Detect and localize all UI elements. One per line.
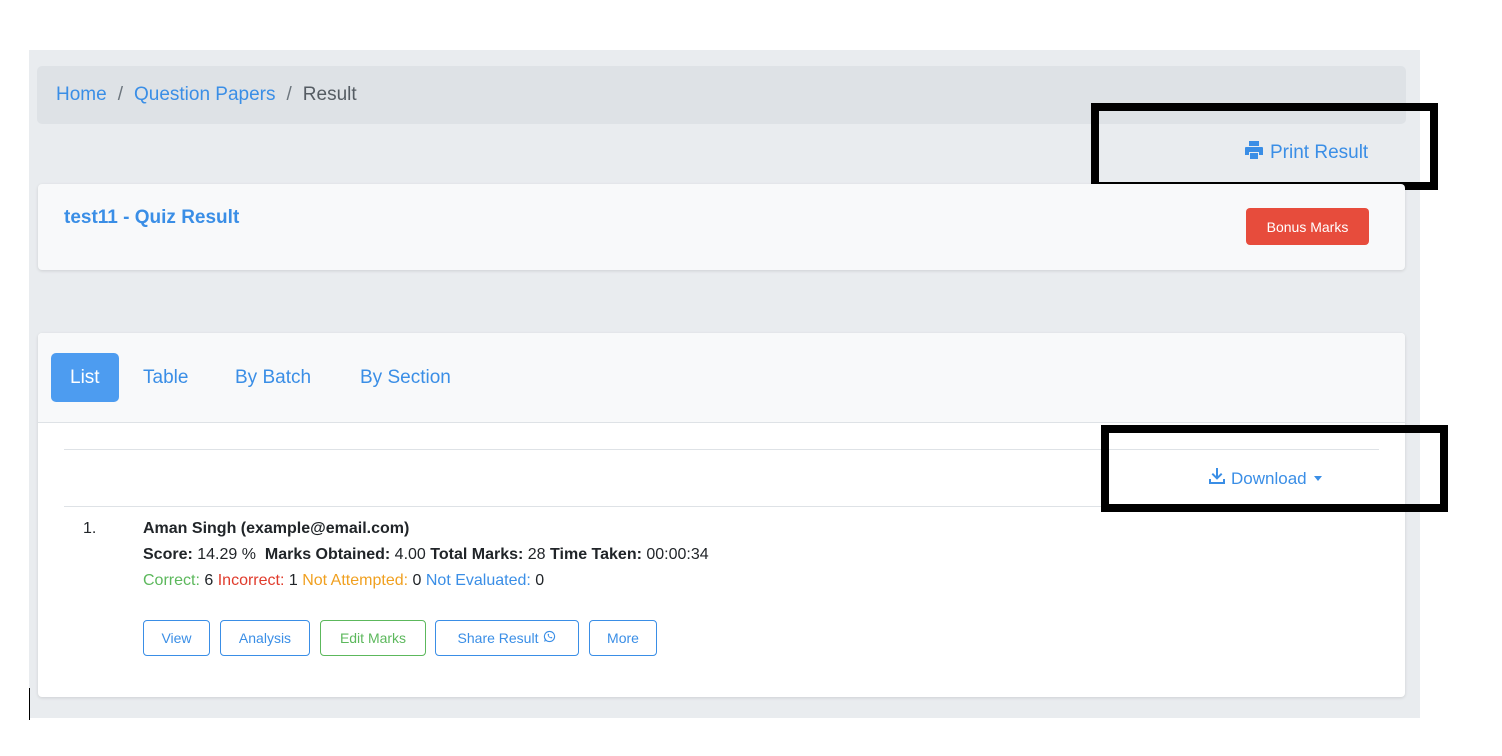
- not-evaluated-label: Not Evaluated:: [425, 572, 531, 589]
- download-icon: [1208, 467, 1226, 490]
- results-card: List Table By Batch By Section Download …: [38, 333, 1405, 697]
- edit-marks-button[interactable]: Edit Marks: [320, 620, 426, 656]
- download-dropdown[interactable]: Download: [1208, 467, 1322, 490]
- correct-label: Correct:: [143, 572, 200, 589]
- print-result-button[interactable]: Print Result: [1244, 140, 1368, 166]
- analysis-button[interactable]: Analysis: [220, 620, 310, 656]
- breadcrumb-home-link[interactable]: Home: [56, 84, 107, 106]
- whatsapp-icon: [543, 630, 556, 646]
- divider: [64, 449, 1379, 450]
- answer-stats: Correct: 6 Incorrect: 1 Not Attempted: 0…: [143, 572, 544, 590]
- total-marks-value: 28: [527, 546, 546, 563]
- quiz-header-card: test11 - Quiz Result Bonus Marks: [38, 184, 1405, 270]
- text-cursor: [29, 688, 30, 720]
- time-taken-value: 00:00:34: [646, 546, 709, 563]
- share-result-button[interactable]: Share Result: [435, 620, 579, 656]
- printer-icon: [1244, 140, 1264, 166]
- view-button[interactable]: View: [143, 620, 210, 656]
- correct-value: 6: [204, 572, 214, 589]
- share-result-label: Share Result: [457, 630, 539, 646]
- score-label: Score:: [143, 546, 193, 563]
- not-attempted-value: 0: [412, 572, 422, 589]
- quiz-title: test11 - Quiz Result: [64, 207, 240, 228]
- tabs-bar: List Table By Batch By Section: [38, 333, 1405, 423]
- tab-by-batch[interactable]: By Batch: [216, 353, 330, 402]
- score-value: 14.29 %: [197, 546, 256, 563]
- tab-list[interactable]: List: [51, 353, 119, 402]
- caret-down-icon: [1313, 476, 1322, 481]
- incorrect-label: Incorrect:: [217, 572, 285, 589]
- breadcrumb-separator: /: [286, 84, 292, 105]
- divider: [64, 506, 1379, 507]
- more-button[interactable]: More: [589, 620, 657, 656]
- breadcrumb-separator: /: [117, 84, 123, 105]
- breadcrumb-question-papers-link[interactable]: Question Papers: [134, 84, 276, 106]
- score-summary: Score: 14.29 % Marks Obtained: 4.00 Tota…: [143, 546, 709, 564]
- time-taken-label: Time Taken:: [550, 546, 642, 563]
- not-attempted-label: Not Attempted:: [302, 572, 409, 589]
- not-evaluated-value: 0: [535, 572, 545, 589]
- marks-obtained-label: Marks Obtained:: [264, 546, 391, 563]
- row-number: 1.: [83, 520, 97, 537]
- bonus-marks-button[interactable]: Bonus Marks: [1246, 208, 1369, 245]
- download-label: Download: [1231, 468, 1307, 488]
- student-name: Aman Singh (example@email.com): [143, 520, 410, 537]
- print-result-label: Print Result: [1270, 142, 1369, 163]
- marks-obtained-value: 4.00: [394, 546, 426, 563]
- breadcrumb-current: Result: [302, 84, 357, 105]
- breadcrumb: Home / Question Papers / Result: [37, 66, 1406, 124]
- total-marks-label: Total Marks:: [430, 546, 524, 563]
- tab-table[interactable]: Table: [124, 353, 207, 402]
- tab-by-section[interactable]: By Section: [341, 353, 470, 402]
- incorrect-value: 1: [288, 572, 298, 589]
